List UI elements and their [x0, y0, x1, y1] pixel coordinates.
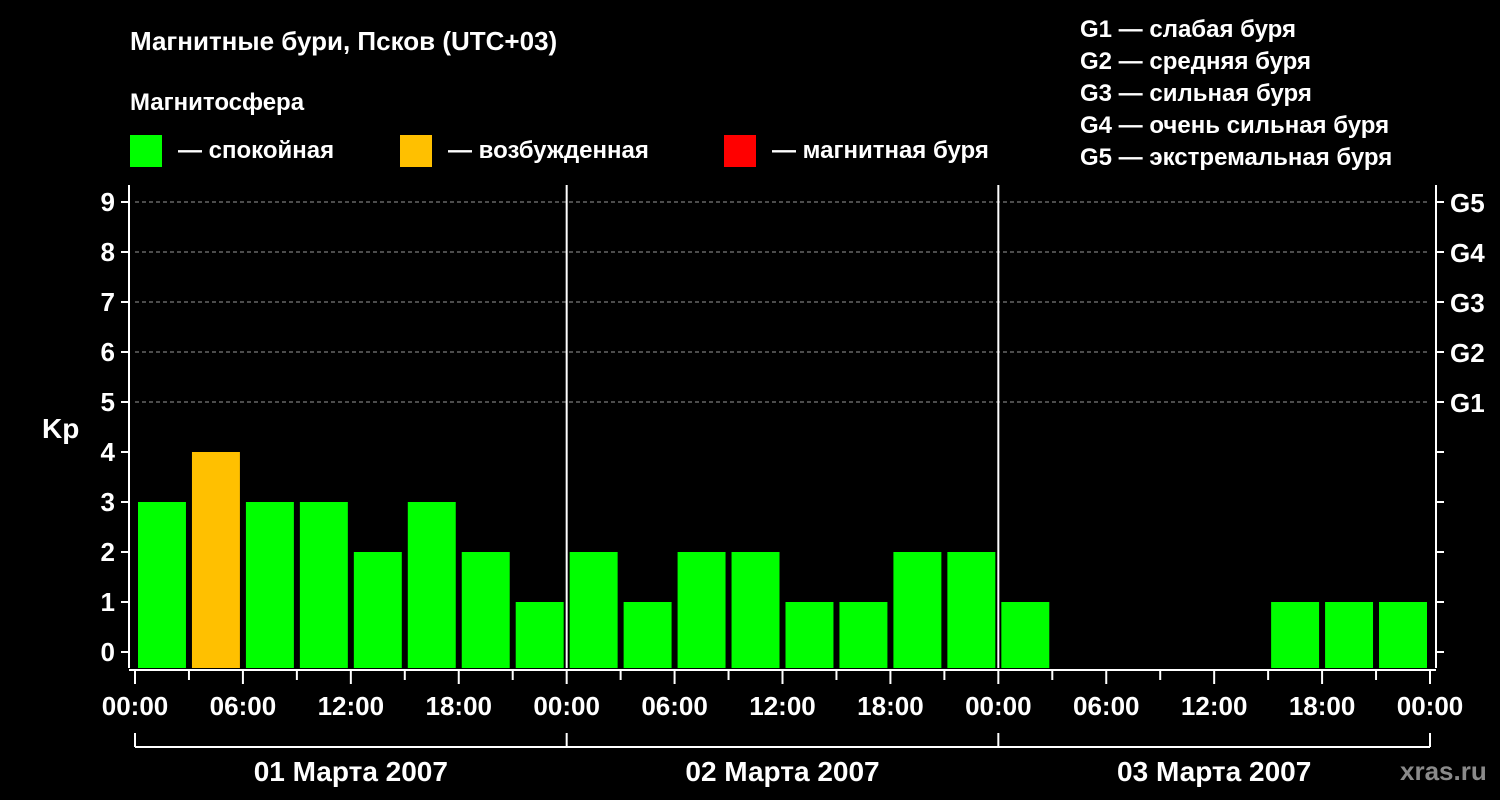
kp-bar — [1271, 602, 1320, 668]
kp-bar — [731, 552, 780, 668]
chart-title: Магнитные бури, Псков (UTC+03) — [130, 26, 557, 56]
x-tick-label: 12:00 — [318, 691, 385, 721]
g-scale-label: G4 — [1450, 238, 1485, 268]
y-tick-label: 5 — [101, 387, 115, 417]
g-scale-label: G5 — [1450, 188, 1485, 218]
legend-label-active: — возбужденная — [448, 137, 649, 164]
day-label: 03 Марта 2007 — [1117, 756, 1311, 787]
legend-swatch-storm — [724, 135, 756, 167]
kp-chart: Магнитные бури, Псков (UTC+03) Магнитосф… — [42, 16, 1487, 787]
g-scale-label: G3 — [1450, 288, 1485, 318]
x-tick-label: 06:00 — [1073, 691, 1140, 721]
kp-bar — [515, 602, 564, 668]
kp-bar — [677, 552, 726, 668]
day-label: 02 Марта 2007 — [685, 756, 879, 787]
x-tick-label: 06:00 — [210, 691, 277, 721]
kp-bar — [245, 502, 294, 668]
kp-bar — [893, 552, 942, 668]
kp-bar — [191, 452, 240, 668]
kp-bar — [1379, 602, 1427, 668]
kp-bar — [407, 502, 456, 668]
kp-bar — [947, 552, 996, 668]
x-tick-label: 12:00 — [749, 691, 816, 721]
legend-heading: Магнитосфера — [130, 89, 305, 116]
legend-label-quiet: — спокойная — [178, 137, 334, 164]
storm-scale-g1: G1 — слабая буря — [1080, 16, 1296, 43]
x-tick-label: 00:00 — [533, 691, 600, 721]
grid-lines — [135, 201, 1430, 403]
storm-scale-g4: G4 — очень сильная буря — [1080, 112, 1389, 139]
y-tick-label: 2 — [101, 537, 115, 567]
y-tick-label: 1 — [101, 587, 115, 617]
kp-bar — [623, 602, 672, 668]
x-tick-label: 18:00 — [426, 691, 493, 721]
y-axis-label: Kp — [42, 413, 79, 444]
storm-scale-g3: G3 — сильная буря — [1080, 80, 1312, 107]
legend-swatch-quiet — [130, 135, 162, 167]
x-tick-label: 00:00 — [965, 691, 1032, 721]
g-scale-label: G2 — [1450, 338, 1485, 368]
x-tick-label: 00:00 — [1397, 691, 1464, 721]
storm-scale-g5: G5 — экстремальная буря — [1080, 144, 1392, 171]
x-tick-label: 18:00 — [1289, 691, 1356, 721]
bars — [138, 452, 1427, 668]
x-tick-label: 00:00 — [102, 691, 169, 721]
y-tick-label: 9 — [101, 187, 115, 217]
kp-bar — [569, 552, 618, 668]
kp-bar — [1001, 602, 1050, 668]
kp-bar — [353, 552, 402, 668]
day-label: 01 Марта 2007 — [254, 756, 448, 787]
y-tick-label: 4 — [101, 437, 116, 467]
storm-scale-g2: G2 — средняя буря — [1080, 48, 1311, 75]
axis-labels: 0 1 2 3 4 5 6 7 8 9 G1 G2 G3 G4 G5 00:00 06:00 12:00 18:00… — [101, 187, 1486, 787]
watermark: xras.ru — [1400, 756, 1487, 786]
legend-swatch-active — [400, 135, 432, 167]
y-tick-label: 3 — [101, 487, 115, 517]
x-tick-label: 12:00 — [1181, 691, 1248, 721]
x-tick-label: 18:00 — [857, 691, 924, 721]
kp-bar — [299, 502, 348, 668]
kp-bar — [138, 502, 186, 668]
y-tick-label: 0 — [101, 637, 115, 667]
y-tick-label: 7 — [101, 287, 115, 317]
kp-bar — [785, 602, 834, 668]
y-tick-label: 8 — [101, 237, 115, 267]
kp-bar — [1325, 602, 1374, 668]
g-scale-label: G1 — [1450, 388, 1485, 418]
x-tick-label: 06:00 — [641, 691, 708, 721]
kp-bar — [839, 602, 888, 668]
legend-label-storm: — магнитная буря — [772, 137, 989, 164]
kp-bar — [461, 552, 510, 668]
y-tick-label: 6 — [101, 337, 115, 367]
